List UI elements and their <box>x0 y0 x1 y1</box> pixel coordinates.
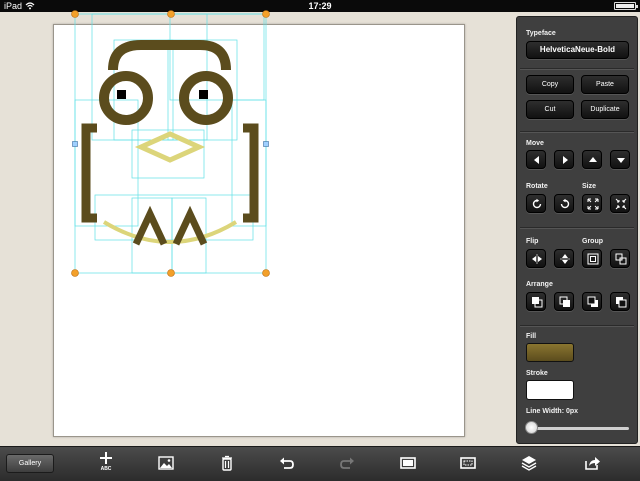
rectangle-button[interactable] <box>399 454 417 472</box>
redo-button[interactable] <box>338 454 356 472</box>
arrow-down-icon <box>617 158 625 163</box>
rectangle-icon <box>400 457 416 469</box>
stroke-color-swatch[interactable] <box>526 380 574 400</box>
expand-icon <box>587 198 599 210</box>
group-button[interactable] <box>582 249 602 268</box>
divider <box>520 325 634 327</box>
move-label: Move <box>526 140 544 147</box>
handle-middle-left <box>72 141 78 147</box>
move-up-button[interactable] <box>582 150 602 169</box>
move-down-button[interactable] <box>610 150 630 169</box>
left-pupil-shape <box>117 90 126 99</box>
arrow-left-icon <box>534 156 539 164</box>
line-width-slider-track[interactable] <box>529 427 629 430</box>
status-time: 17:29 <box>308 1 332 11</box>
rotate-label: Rotate <box>526 183 548 190</box>
redo-icon <box>340 457 354 469</box>
share-button[interactable] <box>583 454 601 472</box>
flip-label: Flip <box>526 238 539 245</box>
rotate-counterclockwise-button[interactable] <box>554 194 574 213</box>
gallery-button[interactable]: Gallery <box>6 454 54 473</box>
send-backward-button[interactable] <box>582 292 602 311</box>
bottom-toolbar: Gallery ABC <box>0 446 640 481</box>
handle-middle-right <box>263 141 269 147</box>
handle-top-left <box>71 10 79 18</box>
inspector-panel: Typeface HelveticaNeue-Bold Copy Paste C… <box>516 16 638 444</box>
flip-horizontal-icon <box>532 254 542 264</box>
frame-icon <box>460 457 476 469</box>
line-width-label: Line Width: 0px <box>526 408 579 415</box>
right-pupil-shape <box>199 90 208 99</box>
move-left-button[interactable] <box>526 150 546 169</box>
drawing-canvas[interactable] <box>53 24 465 437</box>
enlarge-button[interactable] <box>582 194 602 213</box>
arrange-label: Arrange <box>526 281 553 288</box>
handle-top-middle <box>167 10 175 18</box>
undo-icon <box>280 457 294 469</box>
shrink-button[interactable] <box>610 194 630 213</box>
fill-label: Fill <box>526 333 537 340</box>
group-icon <box>587 253 599 265</box>
layers-icon <box>521 456 537 471</box>
size-label: Size <box>582 183 597 190</box>
insert-image-button[interactable] <box>157 454 175 472</box>
delete-button[interactable] <box>218 454 236 472</box>
flip-vertical-button[interactable] <box>554 249 574 268</box>
line-width-slider-thumb[interactable] <box>525 421 538 434</box>
bring-to-front-icon <box>532 297 543 308</box>
bring-forward-icon <box>559 296 570 307</box>
paste-button[interactable]: Paste <box>581 75 629 94</box>
frame-button[interactable] <box>459 454 477 472</box>
undo-button[interactable] <box>278 454 296 472</box>
fill-color-swatch[interactable] <box>526 343 574 362</box>
ungroup-button[interactable] <box>610 249 630 268</box>
flip-vertical-icon <box>560 254 570 264</box>
copy-button[interactable]: Copy <box>526 75 574 94</box>
rotate-clockwise-button[interactable] <box>526 194 546 213</box>
cut-button[interactable]: Cut <box>526 100 574 119</box>
divider <box>520 131 634 133</box>
share-icon <box>585 457 600 470</box>
trash-icon <box>222 455 232 471</box>
bring-to-front-button[interactable] <box>526 292 546 311</box>
handle-bottom-middle <box>167 269 175 277</box>
ungroup-icon <box>615 253 627 265</box>
send-to-back-button[interactable] <box>610 292 630 311</box>
divider <box>520 227 634 229</box>
bring-forward-button[interactable] <box>554 292 574 311</box>
add-text-caption: ABC <box>100 466 112 472</box>
group-label: Group <box>582 238 603 245</box>
shrink-icon <box>615 198 627 210</box>
handle-bottom-left <box>71 269 79 277</box>
insert-image-icon <box>158 456 174 470</box>
rotate-counterclockwise-icon <box>560 198 570 209</box>
status-bar: iPad 17:29 <box>0 0 640 12</box>
typeface-selector[interactable]: HelveticaNeue-Bold <box>526 41 629 59</box>
handle-top-right <box>262 10 270 18</box>
send-backward-icon <box>587 296 598 307</box>
flip-horizontal-button[interactable] <box>526 249 546 268</box>
move-right-button[interactable] <box>554 150 574 169</box>
stroke-label: Stroke <box>526 370 548 377</box>
send-to-back-icon <box>616 297 627 308</box>
layers-button[interactable] <box>520 454 538 472</box>
handle-bottom-right <box>262 269 270 277</box>
rotate-clockwise-icon <box>532 198 542 209</box>
arrow-up-icon <box>589 157 597 162</box>
divider <box>520 68 634 70</box>
arrow-right-icon <box>563 156 568 164</box>
duplicate-button[interactable]: Duplicate <box>581 100 629 119</box>
typeface-label: Typeface <box>526 30 556 37</box>
battery-icon <box>614 2 638 10</box>
